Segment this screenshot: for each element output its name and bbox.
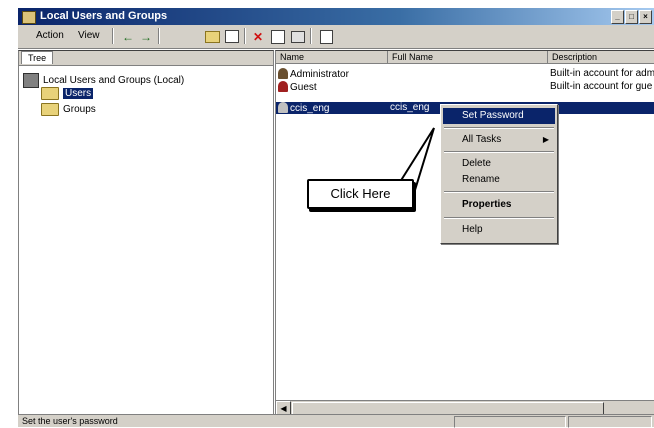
menu-separator (444, 217, 554, 219)
submenu-arrow-icon: ▶ (542, 135, 549, 144)
callout-box: Click Here (307, 179, 414, 209)
menu-item-help[interactable]: Help (443, 222, 555, 238)
menu-item-all-tasks-label: All Tasks (462, 134, 502, 145)
menu-item-delete[interactable]: Delete (443, 156, 555, 172)
status-bar: Set the user's password (18, 414, 654, 428)
status-panel (454, 416, 566, 428)
status-panel (568, 416, 652, 428)
menu-item-all-tasks[interactable]: All Tasks ▶ (443, 132, 555, 148)
menu-separator (444, 151, 554, 153)
status-text: Set the user's password (22, 416, 118, 426)
menu-item-rename[interactable]: Rename (443, 172, 555, 188)
menu-item-properties[interactable]: Properties (443, 197, 555, 213)
menu-item-set-password[interactable]: Set Password (443, 108, 555, 124)
callout-text: Click Here (330, 186, 391, 201)
context-menu: Set Password All Tasks ▶ Delete Rename Pr… (440, 104, 558, 244)
menu-separator (444, 191, 554, 193)
menu-separator (444, 127, 554, 129)
